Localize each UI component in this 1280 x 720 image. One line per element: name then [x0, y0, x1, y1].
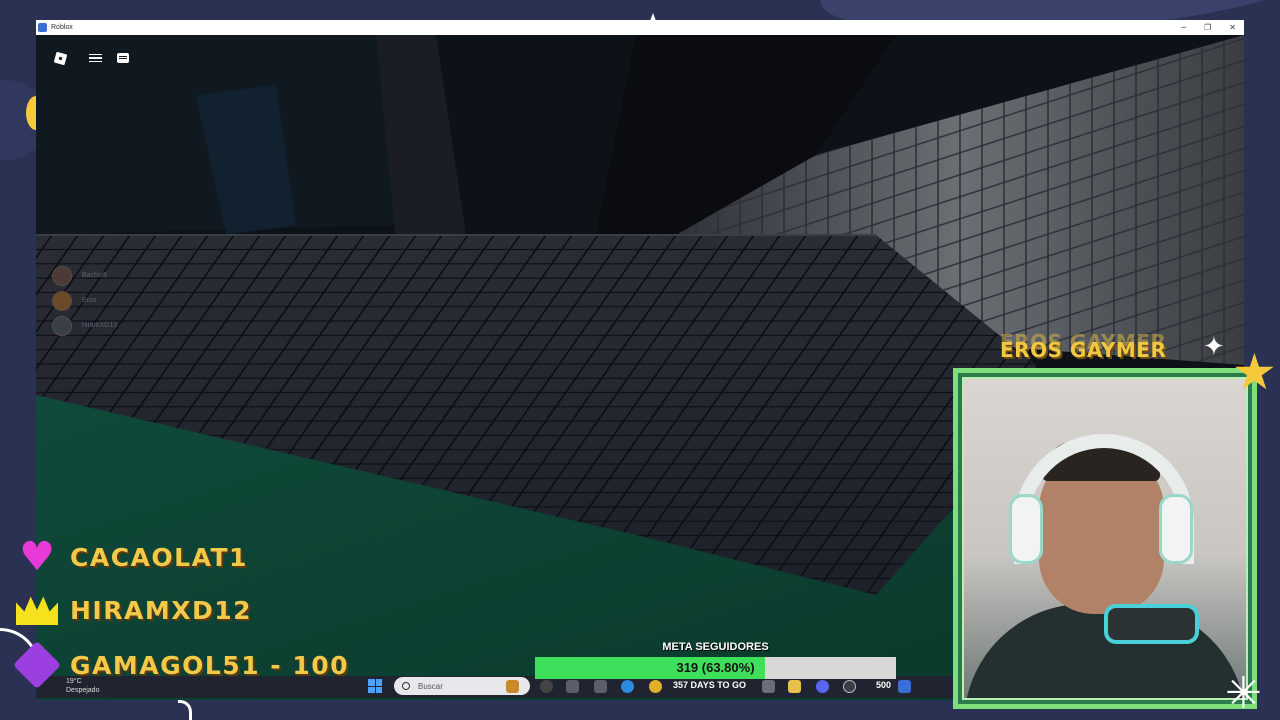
- task-view-icon[interactable]: [566, 680, 579, 693]
- decor-hook: [178, 700, 192, 720]
- goal-progress-bar: 319 (63.80%): [535, 657, 896, 679]
- roblox-menu-button[interactable]: [49, 47, 71, 69]
- hamburger-icon: [88, 52, 102, 65]
- supporter-row: HIRAMXD12: [14, 590, 252, 630]
- heart-icon: ♥: [19, 534, 55, 580]
- supporter-name: HIRAMXD12: [70, 595, 253, 625]
- window-title: Roblox: [51, 24, 73, 31]
- roblox-logo-icon: [53, 51, 67, 65]
- avatar: [52, 265, 72, 286]
- star-icon: ★: [1232, 343, 1277, 401]
- taskbar-counter: 500: [876, 680, 892, 690]
- goal-value: 319 (63.80%): [676, 660, 755, 675]
- player-list-item[interactable]: Eros: [52, 288, 117, 313]
- sparkle-icon: ✳: [1225, 668, 1262, 719]
- webcam-frame: [953, 368, 1257, 709]
- windows-start-button[interactable]: [368, 679, 382, 693]
- search-placeholder: Buscar: [418, 681, 443, 691]
- hamburger-menu-button[interactable]: [84, 47, 106, 69]
- roblox-app-icon: [38, 23, 47, 32]
- edge-browser-icon[interactable]: [621, 680, 634, 693]
- roblox-taskbar-icon[interactable]: [898, 680, 911, 693]
- player-name: Eros: [82, 297, 97, 304]
- diamond-icon: [12, 640, 62, 690]
- window-titlebar[interactable]: Roblox ─ ❐ ✕: [36, 20, 1244, 35]
- steam-icon[interactable]: [843, 680, 856, 693]
- player-list-item[interactable]: hiramXD13: [52, 313, 117, 338]
- sparkle-icon: ✦: [1203, 332, 1225, 362]
- follower-goal-widget: META SEGUIDORES 319 (63.80%): [535, 641, 896, 679]
- search-icon: [402, 682, 410, 690]
- chat-icon: [117, 53, 129, 63]
- mouse-cursor-icon: [650, 13, 656, 21]
- weather-desc: Despejado: [66, 687, 100, 694]
- crown-icon: [14, 590, 60, 630]
- app-icon[interactable]: [762, 680, 775, 693]
- webcam-title: EROS GAYMER: [1000, 338, 1167, 362]
- supporter-row: ♥ CACAOLAT1: [14, 537, 248, 577]
- microphone: [1104, 604, 1199, 644]
- discord-icon[interactable]: [816, 680, 829, 693]
- file-explorer-icon[interactable]: [788, 680, 801, 693]
- days-to-go-counter: 357 DAYS TO GO: [673, 680, 747, 690]
- webcam-feed: [962, 377, 1248, 700]
- supporter-row: GAMAGOL51 - 100: [12, 640, 350, 690]
- avatar: [52, 315, 72, 336]
- supporter-name: GAMAGOL51 - 100: [70, 650, 350, 680]
- headphone-cup: [1159, 494, 1193, 564]
- player-list-item[interactable]: Bachis9: [52, 263, 117, 288]
- chat-button[interactable]: [112, 47, 134, 69]
- avatar: [52, 290, 72, 311]
- crown-app-icon[interactable]: [506, 680, 519, 693]
- player-list: Bachis9 Eros hiramXD13: [52, 263, 117, 338]
- minimize-button[interactable]: ─: [1181, 23, 1186, 32]
- close-button[interactable]: ✕: [1229, 23, 1236, 32]
- goal-label: META SEGUIDORES: [662, 641, 769, 653]
- chrome-browser-icon[interactable]: [649, 680, 662, 693]
- headphone-cup: [1009, 494, 1043, 564]
- supporter-name: CACAOLAT1: [70, 542, 248, 572]
- obs-icon[interactable]: [540, 680, 553, 693]
- widgets-icon[interactable]: [594, 680, 607, 693]
- player-name: Bachis9: [82, 272, 107, 279]
- maximize-button[interactable]: ❐: [1204, 23, 1211, 32]
- player-name: hiramXD13: [82, 322, 118, 329]
